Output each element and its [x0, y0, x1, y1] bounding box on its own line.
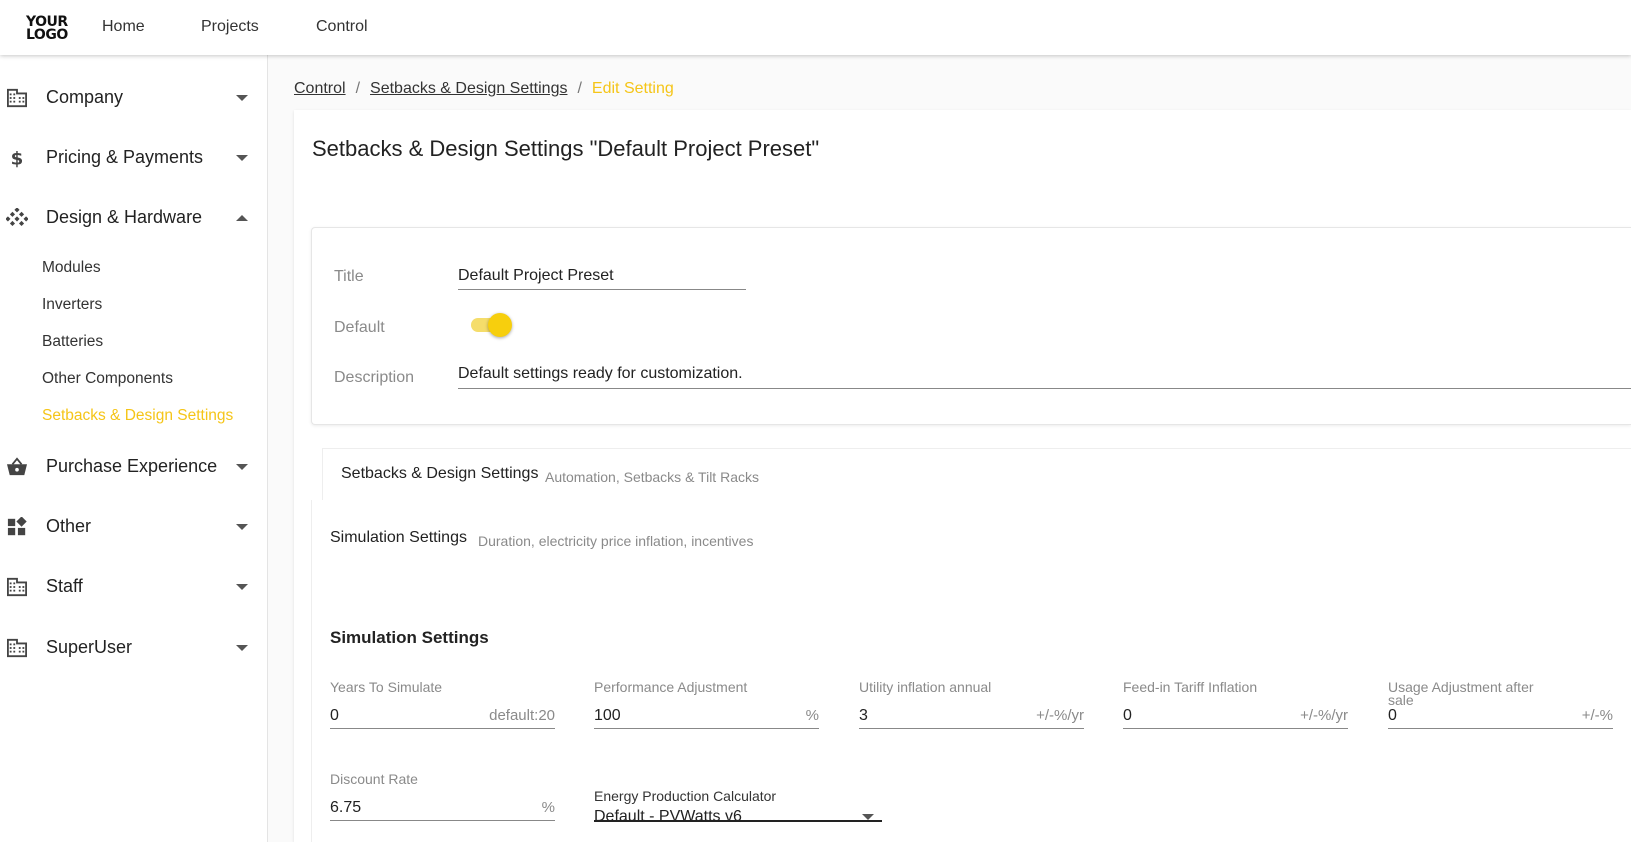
performance-adjustment-label: Performance Adjustment — [594, 679, 748, 695]
usage-adjustment-field: Usage Adjustment after sale 0 +/-% — [1388, 680, 1613, 731]
sidebar: Company $ Pricing & Payments Design & Ha… — [0, 55, 268, 842]
chevron-down-icon — [236, 95, 248, 101]
breadcrumb-current: Edit Setting — [591, 80, 674, 97]
dropdown-arrow-icon — [862, 814, 874, 820]
feed-in-tariff-inflation-suffix: +/-%/yr — [1300, 707, 1348, 724]
chevron-up-icon — [236, 215, 248, 221]
building-icon — [7, 88, 27, 108]
performance-adjustment-field: Performance Adjustment 100 % — [594, 679, 819, 731]
breadcrumb: Control / Setbacks & Design Settings / Edit … — [294, 80, 674, 98]
sidebar-item-staff-label: Staff — [46, 576, 83, 596]
tab-setbacks-subtitle: Automation, Setbacks & Tilt Racks — [545, 469, 759, 485]
utility-inflation-suffix: +/-%/yr — [1036, 707, 1084, 724]
sidebar-subitem-other-components[interactable]: Other Components — [42, 370, 173, 388]
tab-setbacks-design[interactable]: Setbacks & Design Settings Automation, S… — [322, 448, 1631, 500]
widgets-icon — [7, 517, 27, 536]
description-input[interactable] — [458, 363, 1631, 389]
performance-adjustment-suffix: % — [805, 707, 819, 724]
sidebar-item-company[interactable]: Company — [0, 78, 267, 118]
chevron-down-icon — [236, 645, 248, 651]
years-to-simulate-suffix: default:20 — [489, 707, 555, 724]
sidebar-item-design-hardware-label: Design & Hardware — [46, 207, 203, 227]
tab-simulation-title[interactable]: Simulation Settings — [330, 529, 467, 547]
utility-inflation-field: Utility inflation annual 3 +/-%/yr — [859, 679, 1084, 731]
sidebar-item-superuser-label: SuperUser — [46, 637, 133, 657]
discount-rate-suffix: % — [541, 799, 555, 816]
sidebar-subitem-modules[interactable]: Modules — [42, 259, 101, 277]
grid-diamond-icon — [6, 208, 28, 227]
chevron-down-icon — [236, 464, 248, 470]
sidebar-item-other[interactable]: Other — [0, 507, 267, 547]
building-icon — [7, 577, 27, 597]
chevron-down-icon — [236, 155, 248, 161]
sidebar-item-purchase-experience[interactable]: Purchase Experience — [0, 447, 267, 487]
logo-line-2: LOGO — [26, 27, 68, 43]
discount-rate-field: Discount Rate 6.75 % — [330, 771, 555, 823]
energy-production-calculator-select[interactable]: Energy Production Calculator Default - P… — [594, 784, 882, 825]
feed-in-tariff-inflation-field: Feed-in Tariff Inflation 0 +/-%/yr — [1123, 679, 1348, 731]
sidebar-item-pricing[interactable]: $ Pricing & Payments — [0, 138, 267, 178]
sidebar-item-purchase-experience-label: Purchase Experience — [46, 456, 218, 476]
title-input[interactable] — [458, 266, 746, 290]
simulation-heading: Simulation Settings — [330, 628, 489, 647]
sidebar-item-superuser[interactable]: SuperUser — [0, 628, 267, 668]
sidebar-item-other-label: Other — [46, 516, 92, 536]
breadcrumb-separator: / — [355, 80, 361, 97]
feed-in-tariff-inflation-label: Feed-in Tariff Inflation — [1123, 679, 1258, 695]
sidebar-item-pricing-label: Pricing & Payments — [46, 147, 204, 167]
usage-adjustment-input[interactable]: 0 — [1388, 703, 1613, 729]
svg-text:$: $ — [11, 148, 24, 168]
tab-setbacks-title: Setbacks & Design Settings — [341, 465, 539, 482]
sidebar-subitem-setbacks-design[interactable]: Setbacks & Design Settings — [42, 407, 233, 425]
description-label: Description — [334, 369, 415, 386]
dollar-icon: $ — [11, 148, 24, 168]
sidebar-item-design-hardware[interactable]: Design & Hardware — [0, 198, 267, 238]
sidebar-item-company-label: Company — [46, 87, 124, 107]
nav-home[interactable]: Home — [102, 18, 145, 36]
chevron-down-icon — [236, 584, 248, 590]
nav-projects[interactable]: Projects — [201, 18, 259, 36]
years-to-simulate-field: Years To Simulate 0 default:20 — [330, 679, 555, 731]
chevron-down-icon — [236, 524, 248, 530]
sidebar-subitem-inverters[interactable]: Inverters — [42, 296, 102, 314]
top-app-bar: YOUR LOGO Home Projects Control — [0, 0, 1631, 55]
discount-rate-label: Discount Rate — [330, 771, 418, 787]
discount-rate-input[interactable]: 6.75 — [330, 795, 555, 821]
nav-control[interactable]: Control — [316, 18, 368, 36]
breadcrumb-setbacks[interactable]: Setbacks & Design Settings — [370, 80, 567, 97]
company-logo[interactable]: YOUR LOGO — [26, 15, 70, 43]
breadcrumb-separator: / — [577, 80, 582, 97]
usage-adjustment-suffix: +/-% — [1581, 707, 1613, 724]
energy-production-calculator-label: Energy Production Calculator — [594, 788, 777, 804]
energy-production-calculator-value: Default - PVWatts v6 — [594, 808, 742, 825]
breadcrumb-control[interactable]: Control — [294, 80, 346, 97]
years-to-simulate-label: Years To Simulate — [330, 679, 443, 695]
utility-inflation-label: Utility inflation annual — [859, 679, 992, 695]
basket-icon — [7, 457, 27, 476]
default-toggle[interactable] — [488, 313, 512, 337]
sidebar-subitem-batteries[interactable]: Batteries — [42, 333, 103, 351]
tab-simulation-subtitle: Duration, electricity price inflation, i… — [478, 533, 754, 549]
default-label: Default — [334, 319, 385, 336]
performance-adjustment-input[interactable]: 100 — [594, 703, 819, 729]
page-title: Setbacks & Design Settings "Default Proj… — [312, 136, 820, 161]
building-icon — [7, 638, 27, 658]
sidebar-item-staff[interactable]: Staff — [0, 567, 267, 607]
title-label: Title — [334, 268, 364, 285]
